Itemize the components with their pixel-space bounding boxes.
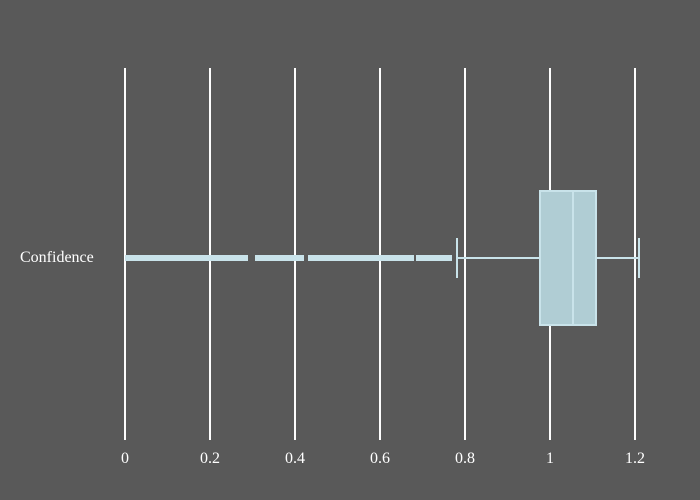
x-tick-label: 1.2 xyxy=(625,450,645,468)
x-tick-label: 0.2 xyxy=(200,450,220,468)
median-line xyxy=(572,190,574,326)
y-axis-label: Confidence xyxy=(20,249,94,267)
box-plot-chart: Confidence 0 0.2 0.4 0.6 0.8 1 1.2 xyxy=(0,0,700,500)
grid-line xyxy=(634,68,636,440)
x-tick-label: 0 xyxy=(121,450,129,468)
grid-line xyxy=(379,68,381,440)
whisker-line xyxy=(457,257,540,259)
outlier-band xyxy=(125,255,248,261)
box xyxy=(539,190,596,326)
grid-line xyxy=(124,68,126,440)
x-tick-label: 0.8 xyxy=(455,450,475,468)
whisker-line xyxy=(597,257,640,259)
whisker-cap xyxy=(456,238,458,278)
grid-line xyxy=(294,68,296,440)
grid-line xyxy=(464,68,466,440)
x-tick-label: 1 xyxy=(546,450,554,468)
whisker-cap xyxy=(638,238,640,278)
outlier-band xyxy=(255,255,304,261)
outlier-band xyxy=(416,255,452,261)
grid-line xyxy=(209,68,211,440)
x-tick-label: 0.6 xyxy=(370,450,390,468)
x-tick-label: 0.4 xyxy=(285,450,305,468)
outlier-band xyxy=(308,255,414,261)
